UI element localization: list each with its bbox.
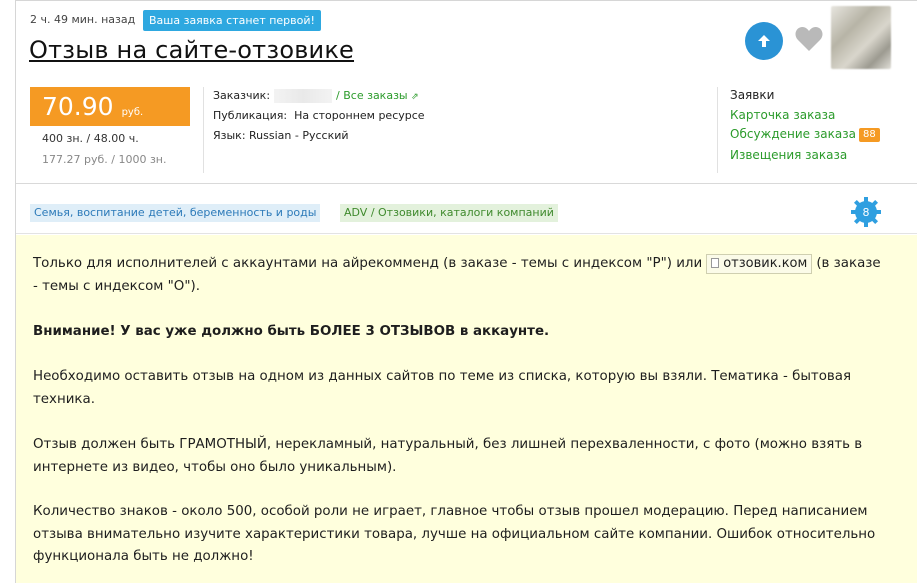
order-discussion-link[interactable]: Обсуждение заказа 88 [730, 127, 880, 142]
order-notices-link[interactable]: Извещения заказа [730, 148, 847, 162]
external-link-icon: ⇗ [411, 92, 419, 102]
divider [717, 87, 718, 173]
chars-hours: 400 зн. / 48.00 ч. [42, 132, 139, 145]
site-chip[interactable]: отзовик.ком [706, 254, 813, 274]
customer-name-hidden [274, 89, 333, 103]
rate-per-1000: 177.27 руб. / 1000 зн. [42, 153, 167, 166]
tags-row: Семья, воспитание детей, беременность и … [16, 184, 917, 234]
document-icon [711, 258, 720, 268]
all-orders-link[interactable]: / Все заказы ⇗ [336, 89, 419, 102]
p1-text-before: Только для исполнителей с аккаунтами на … [33, 256, 703, 271]
order-description: Только для исполнителей с аккаунтами на … [16, 235, 917, 583]
customer-avatar [831, 6, 891, 69]
discussion-count-badge: 88 [858, 128, 880, 142]
publication-row: Публикация: На стороннем ресурсе [213, 109, 425, 122]
divider [203, 87, 204, 173]
language-label: Язык: [213, 129, 246, 142]
customer-row: Заказчик: / Все заказы ⇗ [213, 89, 419, 103]
gear-badge-count: 8 [863, 206, 870, 219]
all-orders-label: / Все заказы [336, 89, 408, 102]
gear-badge-icon[interactable]: 8 [850, 196, 882, 228]
paragraph-4: Отзыв должен быть ГРАМОТНЫЙ, нерекламный… [33, 437, 863, 475]
paragraph-5: Количество знаков - около 500, особой ро… [33, 504, 876, 564]
arrow-up-icon [758, 35, 770, 47]
first-bid-badge: Ваша заявка станет первой! [143, 10, 321, 31]
customer-label: Заказчик: [213, 89, 271, 102]
order-header: 2 ч. 49 мин. назад Ваша заявка станет пе… [16, 1, 917, 184]
paragraph-3: Необходимо оставить отзыв на одном из да… [33, 369, 852, 407]
order-title[interactable]: Отзыв на сайте-отзовике [29, 36, 354, 64]
tag-adv[interactable]: ADV / Отзовики, каталоги компаний [340, 204, 558, 222]
paragraph-1: Только для исполнителей с аккаунтами на … [33, 253, 883, 298]
bids-label: Заявки [730, 88, 775, 102]
discussion-label: Обсуждение заказа [730, 127, 856, 141]
paragraph-2: Внимание! У вас уже должно быть БОЛЕЕ 3 … [33, 324, 550, 339]
language-row: Язык: Russian - Русский [213, 129, 349, 142]
language-value: Russian - Русский [249, 129, 349, 142]
price-currency: руб. [121, 107, 144, 118]
price-value: 70.90 [42, 92, 114, 121]
publication-label: Публикация: [213, 109, 288, 122]
order-card: 2 ч. 49 мин. назад Ваша заявка станет пе… [15, 0, 917, 583]
site-name: отзовик.ком [723, 256, 808, 271]
time-ago: 2 ч. 49 мин. назад [30, 13, 136, 26]
heart-icon[interactable] [794, 25, 824, 53]
order-card-link[interactable]: Карточка заказа [730, 108, 835, 122]
tag-family[interactable]: Семья, воспитание детей, беременность и … [30, 204, 321, 222]
publication-value: На стороннем ресурсе [294, 109, 425, 122]
price-badge: 70.90 руб. [30, 87, 190, 126]
raise-button[interactable] [745, 22, 783, 60]
